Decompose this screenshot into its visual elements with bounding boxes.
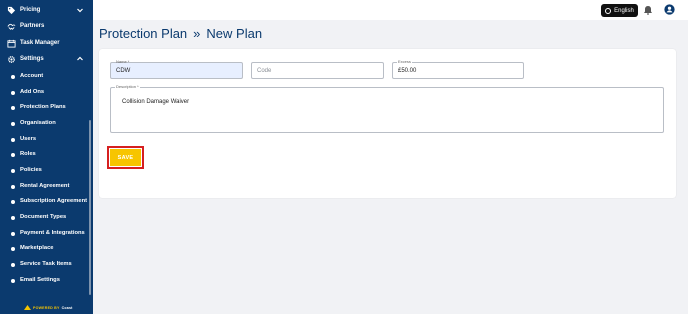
- bullet-icon: [11, 106, 15, 110]
- sidebar-item-payment-integrations[interactable]: Payment & Integrations: [0, 228, 88, 240]
- sidebar-item-subscription-agreement[interactable]: Subscription Agreement: [0, 196, 88, 208]
- sidebar-item-label: Task Manager: [20, 40, 60, 46]
- gear-icon: [8, 56, 15, 63]
- sidebar-item-label: Protection Plans: [20, 104, 66, 110]
- sidebar-item-label: Policies: [20, 167, 42, 173]
- breadcrumb-separator: »: [193, 26, 201, 41]
- sidebar-item-label: Organisation: [20, 120, 56, 126]
- top-bar: [93, 0, 688, 20]
- name-field-value: CDW: [116, 68, 131, 74]
- sidebar-item-service-task-items[interactable]: Service Task Items: [0, 259, 88, 271]
- sidebar-item-add-ons[interactable]: Add Ons: [0, 87, 88, 99]
- page-title-text: Protection Plan: [99, 26, 188, 41]
- description-field[interactable]: Description * Collision Damage Waiver: [110, 84, 664, 133]
- sidebar-item-label: Subscription Agreement: [20, 198, 88, 204]
- bullet-icon: [11, 91, 15, 95]
- description-field-label: Description *: [115, 84, 140, 89]
- sidebar-item-label: Document Types: [20, 214, 67, 220]
- name-field-label: Name *: [116, 59, 130, 64]
- sidebar-item-partners[interactable]: Partners: [0, 20, 88, 34]
- sidebar-item-label: Email Settings: [20, 277, 60, 283]
- calendar-icon: [7, 39, 16, 48]
- sidebar-item-label: Users: [20, 136, 37, 142]
- excess-field-label: Excess: [397, 59, 412, 64]
- description-field-value: Collision Damage Waiver: [122, 99, 190, 105]
- powered-by-text: POWERED BY: [33, 305, 60, 310]
- code-field-placeholder: Code: [257, 68, 272, 74]
- excess-field-value: £50.00: [398, 68, 417, 74]
- powered-by-brand: Coast: [61, 305, 73, 310]
- sidebar-item-label: Rental Agreement: [20, 183, 70, 189]
- language-label: English: [614, 7, 634, 14]
- chevron-down-icon[interactable]: [76, 6, 84, 14]
- language-selector[interactable]: English: [601, 4, 638, 17]
- code-field[interactable]: Code: [251, 62, 384, 79]
- page-title: Protection Plan » New Plan: [99, 26, 262, 41]
- sidebar-item-label: Add Ons: [20, 89, 45, 95]
- bullet-icon: [11, 122, 15, 126]
- tag-icon: [7, 6, 16, 15]
- sidebar-item-label: Payment & Integrations: [20, 230, 85, 236]
- handshake-icon: [7, 23, 16, 30]
- page-subtitle: New Plan: [206, 26, 263, 41]
- sidebar-item-marketplace[interactable]: Marketplace: [0, 243, 88, 255]
- bullet-icon: [11, 216, 15, 220]
- bullet-icon: [11, 138, 15, 142]
- sidebar-item-task-manager[interactable]: Task Manager: [0, 37, 88, 51]
- user-avatar-icon[interactable]: [664, 4, 675, 15]
- bullet-icon: [11, 247, 15, 251]
- sidebar-item-label: Pricing: [20, 7, 41, 13]
- bullet-icon: [11, 185, 15, 189]
- powered-by-logo: POWERED BY Coast: [24, 305, 73, 310]
- sidebar-item-policies[interactable]: Policies: [0, 165, 88, 177]
- sidebar-item-document-types[interactable]: Document Types: [0, 212, 88, 224]
- sidebar-scrollbar[interactable]: [89, 120, 91, 295]
- excess-field[interactable]: Excess £50.00: [392, 59, 524, 79]
- sidebar-item-users[interactable]: Users: [0, 134, 88, 146]
- sidebar-item-pricing[interactable]: Pricing: [0, 4, 88, 18]
- sidebar: Pricing Partners Task Manager Settings A…: [0, 0, 93, 314]
- bullet-icon: [11, 75, 15, 79]
- name-field[interactable]: Name * CDW: [110, 59, 243, 79]
- save-button[interactable]: SAVE: [110, 149, 141, 166]
- sidebar-item-organisation[interactable]: Organisation: [0, 118, 88, 130]
- bullet-icon: [11, 232, 15, 236]
- sidebar-item-label: Settings: [20, 56, 44, 62]
- sidebar-item-settings[interactable]: Settings: [0, 53, 88, 67]
- sidebar-item-rental-agreement[interactable]: Rental Agreement: [0, 181, 88, 193]
- sidebar-item-roles[interactable]: Roles: [0, 149, 88, 161]
- sidebar-item-label: Account: [20, 73, 44, 79]
- sidebar-item-protection-plans[interactable]: Protection Plans: [0, 102, 88, 114]
- sidebar-item-email-settings[interactable]: Email Settings: [0, 275, 88, 287]
- sidebar-item-label: Marketplace: [20, 245, 54, 251]
- bell-icon[interactable]: [643, 5, 653, 15]
- bullet-icon: [11, 169, 15, 173]
- brand-logo-icon: [24, 305, 31, 310]
- sidebar-item-label: Roles: [20, 151, 36, 157]
- globe-icon: [605, 7, 612, 14]
- bullet-icon: [11, 279, 15, 283]
- bullet-icon: [11, 153, 15, 157]
- sidebar-item-label: Service Task Items: [20, 261, 72, 267]
- sidebar-item-label: Partners: [20, 23, 45, 29]
- sidebar-item-account[interactable]: Account: [0, 71, 88, 83]
- chevron-up-icon[interactable]: [76, 55, 84, 63]
- bullet-icon: [11, 263, 15, 267]
- bullet-icon: [11, 200, 15, 204]
